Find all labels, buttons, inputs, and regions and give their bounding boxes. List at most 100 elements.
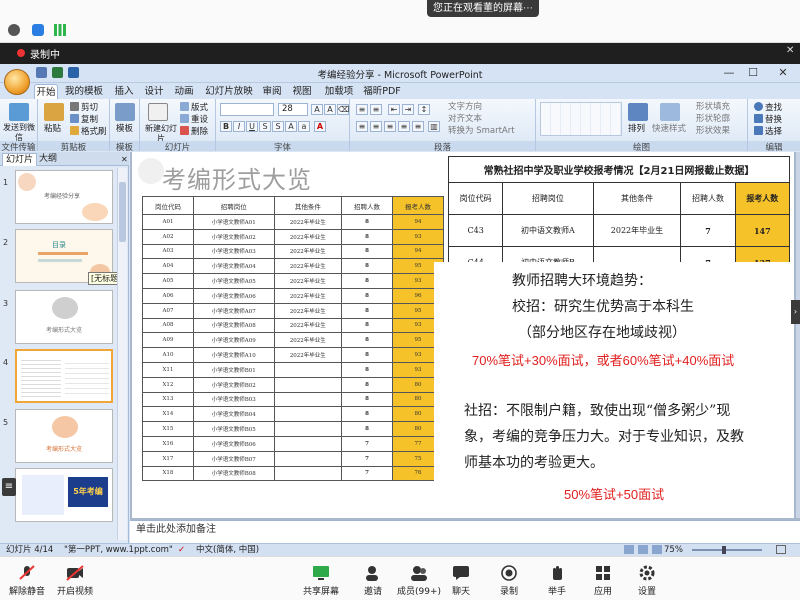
- tab-foxit-pdf[interactable]: 福昕PDF: [362, 84, 402, 99]
- line-spacing-icon[interactable]: ↕: [418, 104, 430, 115]
- tab-home[interactable]: 开始: [34, 84, 58, 99]
- strikethrough-icon[interactable]: S: [259, 121, 271, 132]
- align-left-icon[interactable]: ≡: [356, 121, 368, 132]
- invite-button[interactable]: 邀请: [348, 565, 398, 597]
- outdent-icon[interactable]: ⇤: [388, 104, 400, 115]
- slideshow-view-icon[interactable]: [652, 545, 662, 554]
- paste-button[interactable]: 粘贴: [44, 124, 61, 134]
- distribute-icon[interactable]: ≡: [412, 121, 424, 132]
- hamburger-menu-icon[interactable]: ≡: [2, 478, 16, 496]
- shadow-icon[interactable]: S: [272, 121, 284, 132]
- tab-insert[interactable]: 插入: [112, 84, 136, 99]
- italic-icon[interactable]: I: [233, 121, 245, 132]
- font-size-combo[interactable]: 28: [278, 103, 308, 116]
- sorter-view-icon[interactable]: [638, 545, 648, 554]
- case-icon[interactable]: a: [298, 121, 310, 132]
- columns-icon[interactable]: ▥: [428, 121, 440, 132]
- tab-review[interactable]: 审阅: [260, 84, 284, 99]
- align-text-button[interactable]: 对齐文本: [448, 114, 482, 124]
- font-name-combo[interactable]: [220, 103, 274, 116]
- shape-fill-button[interactable]: 形状填充: [696, 102, 730, 112]
- apps-icon: [594, 565, 612, 581]
- arrange-button[interactable]: 排列: [628, 124, 645, 134]
- indent-icon[interactable]: ⇥: [402, 104, 414, 115]
- find-button[interactable]: 查找: [754, 102, 782, 113]
- delete-slide-button[interactable]: 删除: [180, 126, 208, 137]
- slide-canvas[interactable]: 考编形式大览 岗位代码 招聘岗位 其他条件 招聘人数 报考人数 A01 小学语文教师A01…: [132, 152, 794, 518]
- table-cell: 94: [391, 243, 445, 260]
- align-right-icon[interactable]: ≡: [384, 121, 396, 132]
- template-button[interactable]: 模板: [116, 124, 133, 134]
- layout-button[interactable]: 版式: [180, 102, 208, 113]
- office-button[interactable]: [4, 69, 30, 95]
- tab-view[interactable]: 视图: [290, 84, 314, 99]
- panel-scrollbar[interactable]: [117, 168, 127, 540]
- thumb-line: [38, 259, 82, 262]
- spacing-icon[interactable]: A: [285, 121, 297, 132]
- apps-button[interactable]: 应用: [578, 565, 628, 597]
- shapes-gallery[interactable]: [540, 102, 622, 136]
- bold-icon[interactable]: B: [220, 121, 232, 132]
- chat-button[interactable]: 聊天: [436, 565, 486, 597]
- cut-button[interactable]: 剪切: [70, 102, 98, 113]
- tab-design[interactable]: 设计: [142, 84, 166, 99]
- align-center-icon[interactable]: ≡: [370, 121, 382, 132]
- justify-icon[interactable]: ≡: [398, 121, 410, 132]
- text-box[interactable]: 教师招聘大环境趋势： 校招：研究生优势高于本科生 （部分地区存在地域歧视） 70…: [434, 262, 794, 518]
- tab-slideshow[interactable]: 幻灯片放映: [204, 84, 254, 99]
- tab-animation[interactable]: 动画: [172, 84, 196, 99]
- signal-icon[interactable]: [54, 24, 66, 36]
- normal-view-icon[interactable]: [624, 545, 634, 554]
- convert-smartart-button[interactable]: 转换为 SmartArt: [448, 126, 515, 136]
- grow-font-icon[interactable]: A: [311, 104, 323, 115]
- underline-icon[interactable]: U: [246, 121, 258, 132]
- close-icon[interactable]: ✕: [786, 45, 794, 56]
- settings-button[interactable]: 设置: [622, 565, 672, 597]
- zoom-slider-thumb[interactable]: [722, 546, 726, 554]
- tab-addins[interactable]: 加载项: [322, 84, 356, 99]
- side-collapse-icon[interactable]: ›: [791, 300, 800, 324]
- shape-outline-button[interactable]: 形状轮廓: [696, 114, 730, 124]
- numbering-icon[interactable]: ≡: [370, 104, 382, 115]
- start-video-button[interactable]: 开启视频: [50, 565, 100, 597]
- clear-format-icon[interactable]: ⌫: [337, 104, 349, 115]
- group-label: 模板: [110, 141, 139, 153]
- reset-button[interactable]: 重设: [180, 114, 208, 125]
- maximize-button[interactable]: ☐: [738, 65, 768, 81]
- zoom-slider[interactable]: [692, 549, 762, 551]
- tab-outline[interactable]: 大纲: [36, 153, 60, 166]
- text-direction-button[interactable]: 文字方向: [448, 102, 482, 112]
- slide-scrollbar[interactable]: [796, 152, 800, 518]
- fit-window-icon[interactable]: [776, 545, 786, 554]
- shape-effect-button[interactable]: 形状效果: [696, 126, 730, 136]
- replace-button[interactable]: 替换: [754, 114, 782, 125]
- shield-icon[interactable]: [32, 24, 44, 36]
- font-color-icon[interactable]: A: [314, 121, 326, 132]
- close-panel-icon[interactable]: ✕: [118, 153, 131, 166]
- slide-thumbnail-4[interactable]: [15, 349, 113, 403]
- quick-styles-button[interactable]: 快速样式: [652, 124, 686, 134]
- notes-pane[interactable]: 单击此处添加备注: [130, 520, 800, 543]
- tab-my-templates[interactable]: 我的模板: [64, 84, 104, 99]
- scroll-thumb[interactable]: [119, 182, 126, 242]
- info-icon[interactable]: [8, 24, 20, 36]
- slide-thumbnail-1[interactable]: 考编经验分享: [15, 170, 113, 224]
- slide-thumbnail-6[interactable]: 5年考编: [15, 468, 113, 522]
- format-painter-button[interactable]: 格式刷: [70, 126, 107, 137]
- close-button[interactable]: ✕: [768, 65, 798, 81]
- send-to-wechat-button[interactable]: 发送到微信: [2, 123, 36, 143]
- slide-thumbnail-3[interactable]: 考编形式大览: [15, 290, 113, 344]
- record-button[interactable]: 录制: [484, 565, 534, 597]
- share-banner[interactable]: 您正在观看董的屏幕 ⋯: [427, 0, 539, 17]
- unmute-button[interactable]: 解除静音: [2, 565, 52, 597]
- bullets-icon[interactable]: ≡: [356, 104, 368, 115]
- raise-hand-button[interactable]: 举手: [532, 565, 582, 597]
- shrink-font-icon[interactable]: A: [324, 104, 336, 115]
- more-icon[interactable]: ⋯: [523, 0, 533, 17]
- slide-thumbnail-5[interactable]: 考编形式大览: [15, 409, 113, 463]
- copy-button[interactable]: 复制: [70, 114, 98, 125]
- tab-slides[interactable]: 幻灯片: [2, 153, 38, 166]
- share-screen-button[interactable]: 共享屏幕: [296, 565, 346, 597]
- spellcheck-icon[interactable]: ✓: [178, 544, 185, 556]
- select-button[interactable]: 选择: [754, 126, 782, 137]
